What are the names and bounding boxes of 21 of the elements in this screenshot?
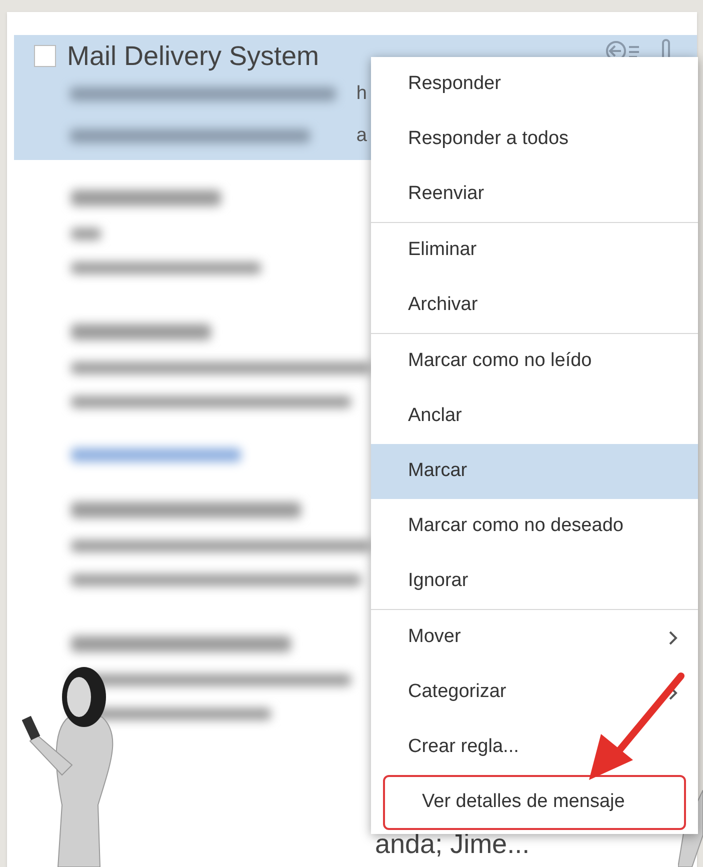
menu-item[interactable]: Ignorar (371, 554, 698, 609)
menu-item[interactable]: Anclar (371, 389, 698, 444)
menu-item[interactable]: Marcar como no deseado (371, 499, 698, 554)
menu-item[interactable]: Categorizar (371, 665, 698, 720)
menu-item[interactable]: Responder (371, 57, 698, 112)
blurred-line (71, 228, 101, 240)
paperclip-icon (660, 38, 672, 60)
checkbox[interactable] (34, 45, 56, 67)
menu-item[interactable]: Marcar como no leído (371, 334, 698, 389)
menu-item[interactable]: Eliminar (371, 223, 698, 278)
menu-item[interactable]: Ver detalles de mensaje (383, 775, 686, 830)
chevron-right-icon (668, 630, 678, 646)
preview-text: h (356, 84, 367, 104)
recipient-text: anda; Jime... (375, 829, 530, 859)
menu-item[interactable]: Reenviar (371, 167, 698, 222)
sender-name: Mail Delivery System (67, 40, 320, 72)
menu-item[interactable]: Archivar (371, 278, 698, 333)
menu-item[interactable]: Marcar (371, 444, 698, 499)
menu-item[interactable]: Mover (371, 610, 698, 665)
menu-item[interactable]: Crear regla... (371, 720, 698, 775)
preview-text: a (356, 126, 367, 146)
